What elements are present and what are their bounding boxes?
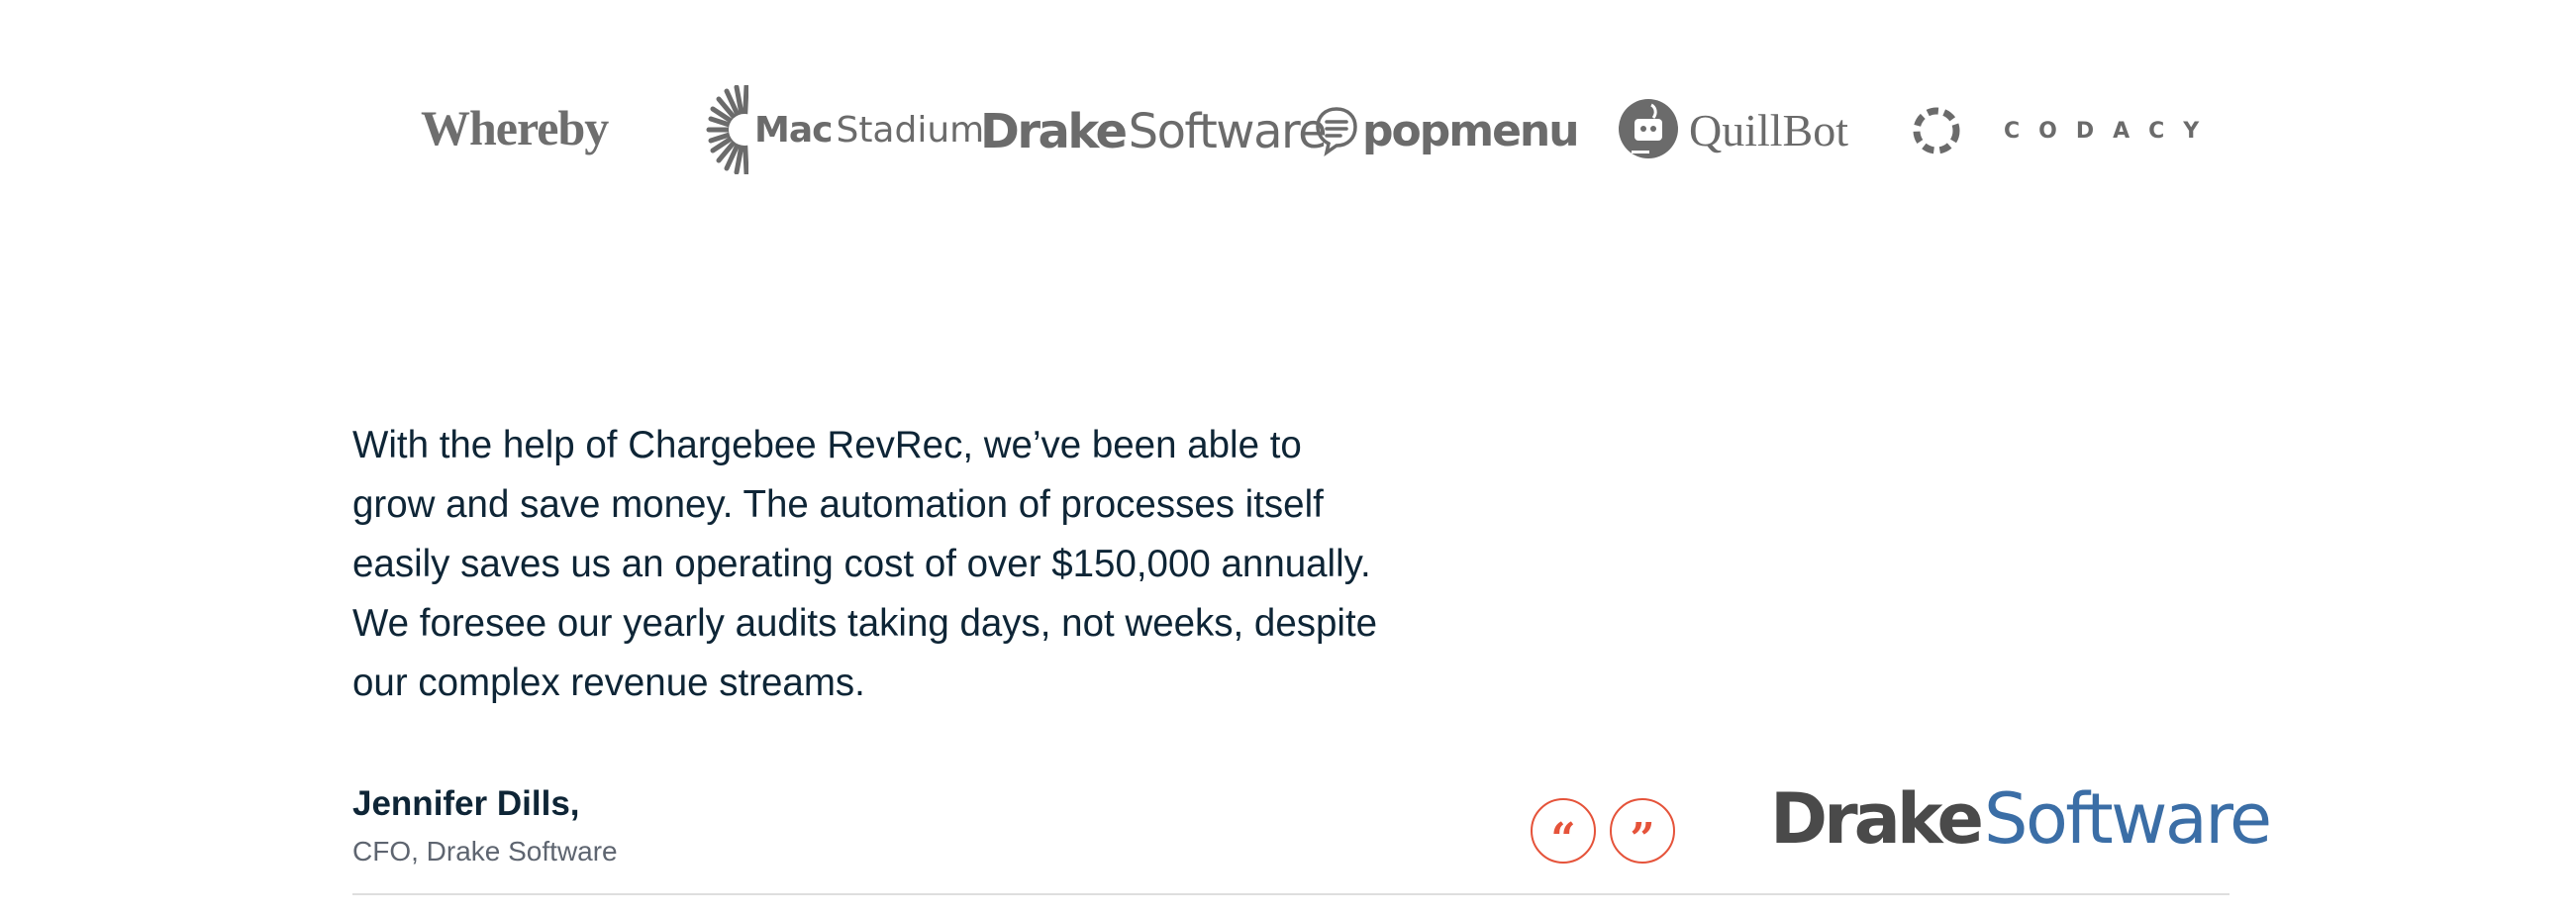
previous-testimonial-button[interactable]: “ (1531, 798, 1596, 865)
drake-logo-drake: Drake (980, 104, 1128, 159)
drake-logo-software: Software (1128, 104, 1328, 159)
company-logo-drake: Drake (1770, 778, 1984, 860)
testimonial-quote: With the help of Chargebee RevRec, we’ve… (352, 424, 1378, 704)
whereby-logo-text: Whereby (421, 100, 609, 155)
testimonial-section: Whereby Mac Stadium Drake Software popme… (0, 0, 2576, 919)
codacy-logo: CODACY (1911, 103, 2218, 158)
section-divider (352, 893, 2229, 895)
drake-software-logo-small: Drake Software (980, 101, 1328, 162)
macstadium-logo: Mac Stadium (701, 85, 984, 174)
codacy-dotted-ring-icon (1913, 107, 1960, 154)
whereby-logo: Whereby (421, 95, 609, 160)
popmenu-logo: popmenu (1315, 103, 1580, 158)
company-logo-software: Software (1984, 778, 2272, 860)
testimonial-author-name: Jennifer Dills, (352, 784, 580, 823)
codacy-logo-text: CODACY (2004, 118, 2219, 144)
quillbot-logo: QuillBot (1618, 97, 1848, 162)
macstadium-logo-stadium: Stadium (836, 109, 985, 151)
macstadium-logo-mac: Mac (754, 109, 833, 151)
popmenu-speech-bubble-icon (1316, 107, 1357, 156)
quillbot-robot-icon (1619, 99, 1678, 158)
macstadium-burst-icon (706, 85, 748, 174)
popmenu-logo-text: popmenu (1362, 105, 1580, 156)
testimonial-company-logo: Drake Software (1770, 778, 2272, 860)
quillbot-logo-text: QuillBot (1689, 104, 1849, 155)
testimonial-author-role: CFO, Drake Software (352, 836, 618, 867)
next-testimonial-button[interactable]: ” (1610, 798, 1675, 865)
customer-logo-strip: Whereby Mac Stadium Drake Software popme… (0, 0, 2576, 257)
